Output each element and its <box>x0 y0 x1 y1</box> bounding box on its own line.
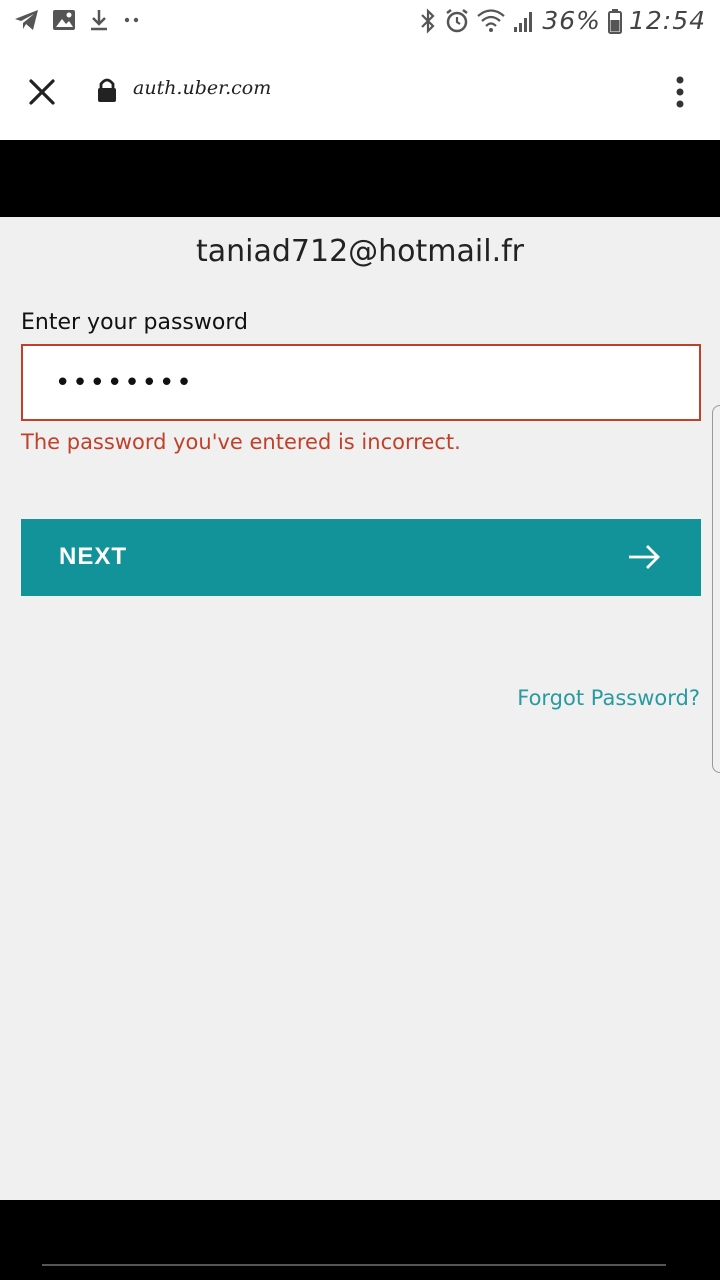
signal-icon <box>512 7 536 35</box>
header-banner <box>0 140 720 217</box>
password-error-message: The password you've entered is incorrect… <box>21 430 461 454</box>
clock: 12:54 <box>628 6 706 35</box>
close-button[interactable] <box>20 70 64 114</box>
wifi-icon <box>476 7 506 35</box>
overflow-menu-button[interactable] <box>660 70 700 114</box>
next-button-label: NEXT <box>59 543 128 570</box>
bluetooth-icon <box>418 7 438 35</box>
download-icon <box>88 8 110 32</box>
next-button[interactable]: NEXT <box>21 519 701 596</box>
image-icon <box>52 8 76 32</box>
battery-icon <box>607 7 623 35</box>
gesture-bar[interactable] <box>42 1264 666 1266</box>
arrow-right-icon <box>627 543 661 574</box>
password-input[interactable] <box>21 344 701 421</box>
battery-percent: 36% <box>542 6 601 35</box>
browser-url-bar: auth.uber.com <box>0 44 720 140</box>
edge-panel-handle[interactable] <box>712 405 720 773</box>
forgot-password-link[interactable]: Forgot Password? <box>517 686 700 710</box>
telegram-icon <box>14 8 40 32</box>
account-email: taniad712@hotmail.fr <box>195 234 525 269</box>
close-icon <box>29 79 55 105</box>
kebab-menu-icon <box>676 76 684 108</box>
lock-icon <box>96 76 118 108</box>
status-bar: 36% 12:54 <box>0 0 720 44</box>
alarm-icon <box>444 7 470 35</box>
password-label: Enter your password <box>21 310 248 335</box>
more-dots-icon <box>122 8 142 32</box>
url-text[interactable]: auth.uber.com <box>133 77 271 99</box>
system-nav-bar <box>0 1200 720 1280</box>
